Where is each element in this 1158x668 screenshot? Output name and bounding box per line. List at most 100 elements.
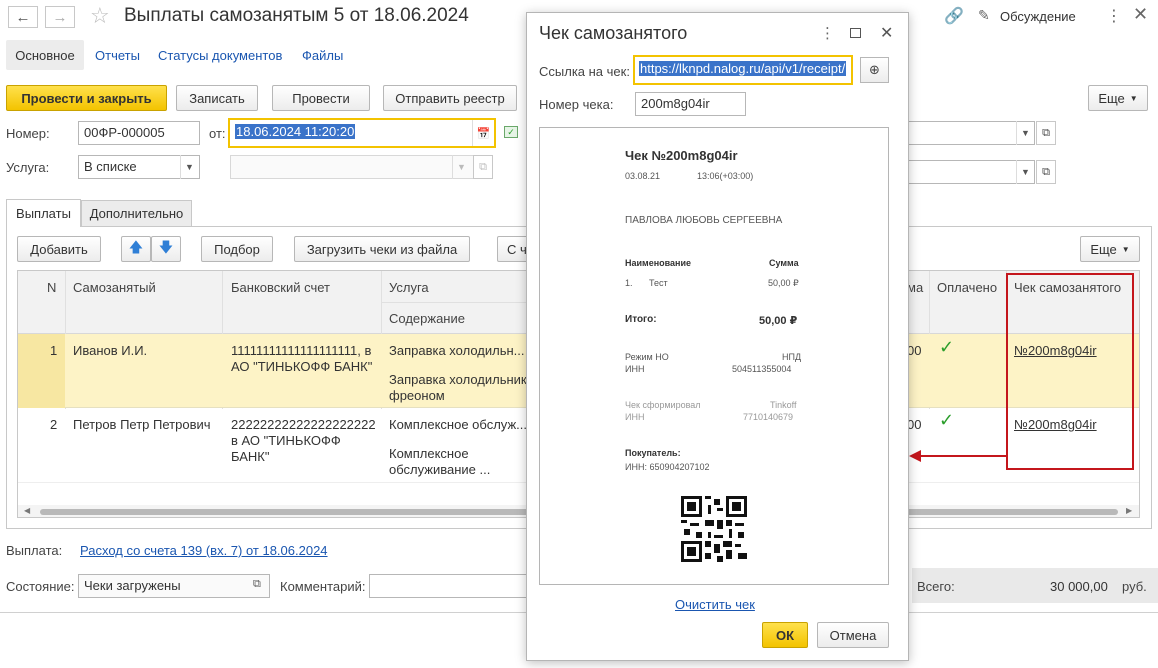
- load-checks-button[interactable]: Загрузить чеки из файла: [294, 236, 470, 262]
- ok-button[interactable]: ОК: [762, 622, 808, 648]
- receipt-col-sum: Сумма: [769, 258, 799, 268]
- close-icon[interactable]: ✕: [1133, 4, 1148, 25]
- col-service: Услуга: [389, 280, 429, 295]
- post-and-close-button[interactable]: Провести и закрыть: [6, 85, 167, 111]
- scroll-right-icon[interactable]: ▶: [1126, 506, 1132, 515]
- receipt-formed-value: Tinkoff: [770, 400, 797, 410]
- receipt-total-label: Итого:: [625, 314, 657, 325]
- receipt-seller-name: ПАВЛОВА ЛЮБОВЬ СЕРГЕЕВНА: [625, 215, 783, 226]
- receipt-url-field[interactable]: https://lknpd.nalog.ru/api/v1/receipt/: [639, 61, 847, 81]
- more-button[interactable]: Еще ▼: [1088, 85, 1148, 111]
- receipt-number-field[interactable]: 200m8g04ir: [635, 92, 746, 116]
- tab-payments-label: Выплаты: [16, 206, 71, 221]
- tab-additional-label: Дополнительно: [89, 206, 184, 221]
- service-detail-field[interactable]: [230, 155, 474, 179]
- discussion-icon[interactable]: ✎: [978, 7, 990, 24]
- comment-label: Комментарий:: [280, 579, 366, 594]
- total-label: Всего:: [917, 579, 955, 594]
- row-person: Петров Петр Петрович: [73, 417, 211, 432]
- move-down-button[interactable]: 🡇: [151, 236, 181, 262]
- nav-tab-doc-statuses[interactable]: Статусы документов: [158, 48, 282, 63]
- receipt-number-label: Номер чека:: [539, 97, 614, 112]
- paid-check-icon: ✓: [939, 410, 955, 430]
- favorite-star-icon[interactable]: ☆: [90, 3, 110, 29]
- chevron-down-icon: ▼: [1121, 244, 1130, 254]
- calendar-icon[interactable]: 📅: [472, 120, 494, 146]
- status-check-icon: ✓: [504, 126, 518, 138]
- post-button[interactable]: Провести: [272, 85, 370, 111]
- col-bank-account: Банковский счет: [231, 280, 330, 295]
- state-field[interactable]: Чеки загружены: [78, 574, 270, 598]
- right-field-2-dropdown-icon[interactable]: ▼: [1016, 160, 1034, 184]
- row-account: 11111111111111111111, в АО "ТИНЬКОФФ БАН…: [231, 343, 373, 374]
- receipt-inn-value: 504511355004: [732, 364, 792, 374]
- receipt-time: 13:06(+03:00): [697, 171, 754, 181]
- link-icon[interactable]: 🔗: [944, 6, 964, 26]
- receipt-inn2-label: ИНН: [625, 412, 645, 422]
- tab-additional[interactable]: Дополнительно: [81, 200, 192, 226]
- save-button[interactable]: Записать: [176, 85, 258, 111]
- receipt-total-value: 50,00 ₽: [759, 315, 798, 327]
- service-detail-open-icon[interactable]: ⧉: [473, 155, 493, 179]
- state-label: Состояние:: [6, 579, 75, 594]
- receipt-item-sum: 50,00 ₽: [768, 278, 799, 288]
- nav-tab-files[interactable]: Файлы: [302, 48, 343, 63]
- back-button[interactable]: ←: [8, 6, 38, 28]
- right-field-1-dropdown-icon[interactable]: ▼: [1016, 121, 1034, 145]
- receipt-buyer-label: Покупатель:: [625, 448, 681, 458]
- row-n: 2: [50, 417, 58, 432]
- receipt-inn-label: ИНН: [625, 364, 645, 374]
- scroll-left-icon[interactable]: ◀: [24, 506, 30, 515]
- nav-tab-reports[interactable]: Отчеты: [95, 48, 140, 63]
- date-field[interactable]: 18.06.2024 11:20:20: [233, 123, 470, 143]
- row-amount: 00: [907, 343, 922, 358]
- more-button-label: Еще: [1098, 90, 1125, 106]
- discussion-label[interactable]: Обсуждение: [1000, 9, 1076, 24]
- receipt-dialog: Чек самозанятого ⋮ ✕ Ссылка на чек: http…: [526, 12, 909, 661]
- receipt-inn2-value: 7710140679: [743, 412, 794, 422]
- receipt-mode-value: НПД: [782, 352, 802, 362]
- right-field-1-open-icon[interactable]: ⧉: [1036, 121, 1056, 145]
- maximize-icon[interactable]: [850, 28, 861, 38]
- nav-tab-main[interactable]: Основное: [6, 40, 84, 70]
- send-registry-button[interactable]: Отправить реестр: [383, 85, 517, 111]
- more-menu-icon[interactable]: ⋮: [1106, 6, 1122, 26]
- cancel-button[interactable]: Отмена: [817, 622, 889, 648]
- service-dropdown-icon[interactable]: ▼: [180, 155, 198, 179]
- state-open-icon[interactable]: ⧉: [253, 578, 261, 591]
- add-button[interactable]: Добавить: [17, 236, 101, 262]
- receipt-mode-label: Режим НО: [625, 352, 669, 362]
- receipt-url-label: Ссылка на чек:: [539, 64, 630, 79]
- table-more-button[interactable]: Еще ▼: [1080, 236, 1140, 262]
- move-up-button[interactable]: 🡅: [121, 236, 151, 262]
- service-detail-dropdown-icon[interactable]: ▼: [452, 155, 470, 179]
- row-content: Заправка холодильник фреоном: [389, 372, 527, 403]
- receipt-buyer-inn: ИНН: 650904207102: [625, 462, 710, 472]
- dialog-close-icon[interactable]: ✕: [880, 23, 893, 43]
- receipt-formed-label: Чек сформировал: [625, 400, 701, 410]
- dialog-menu-icon[interactable]: ⋮: [820, 24, 835, 42]
- tab-payments[interactable]: Выплаты: [6, 199, 81, 227]
- right-field-2-open-icon[interactable]: ⧉: [1036, 160, 1056, 184]
- row-amount: 00: [907, 417, 922, 432]
- date-from-label: от:: [209, 126, 226, 141]
- select-button[interactable]: Подбор: [201, 236, 273, 262]
- forward-button[interactable]: →: [45, 6, 75, 28]
- row-service: Комплексное обслуж...: [389, 417, 527, 432]
- row-n: 1: [50, 343, 58, 358]
- open-url-button[interactable]: ⊕: [860, 57, 889, 83]
- dialog-title: Чек самозанятого: [539, 23, 688, 43]
- row-content: Комплексное обслуживание ...: [389, 446, 491, 477]
- number-field[interactable]: 00ФР-000005: [78, 121, 200, 145]
- receipt-item-name: Тест: [649, 278, 668, 288]
- comment-field[interactable]: [369, 574, 529, 598]
- receipt-col-name: Наименование: [625, 258, 692, 268]
- arrow-up-icon: 🡅: [128, 239, 144, 255]
- clear-receipt-link[interactable]: Очистить чек: [675, 597, 755, 612]
- receipt-title: Чек №200m8g04ir: [625, 148, 738, 163]
- col-paid: Оплачено: [937, 280, 998, 295]
- table-more-label: Еще: [1090, 241, 1117, 257]
- payment-label: Выплата:: [6, 543, 63, 558]
- payment-link[interactable]: Расход со счета 139 (вх. 7) от 18.06.202…: [80, 543, 328, 558]
- arrow-down-icon: 🡇: [158, 239, 174, 255]
